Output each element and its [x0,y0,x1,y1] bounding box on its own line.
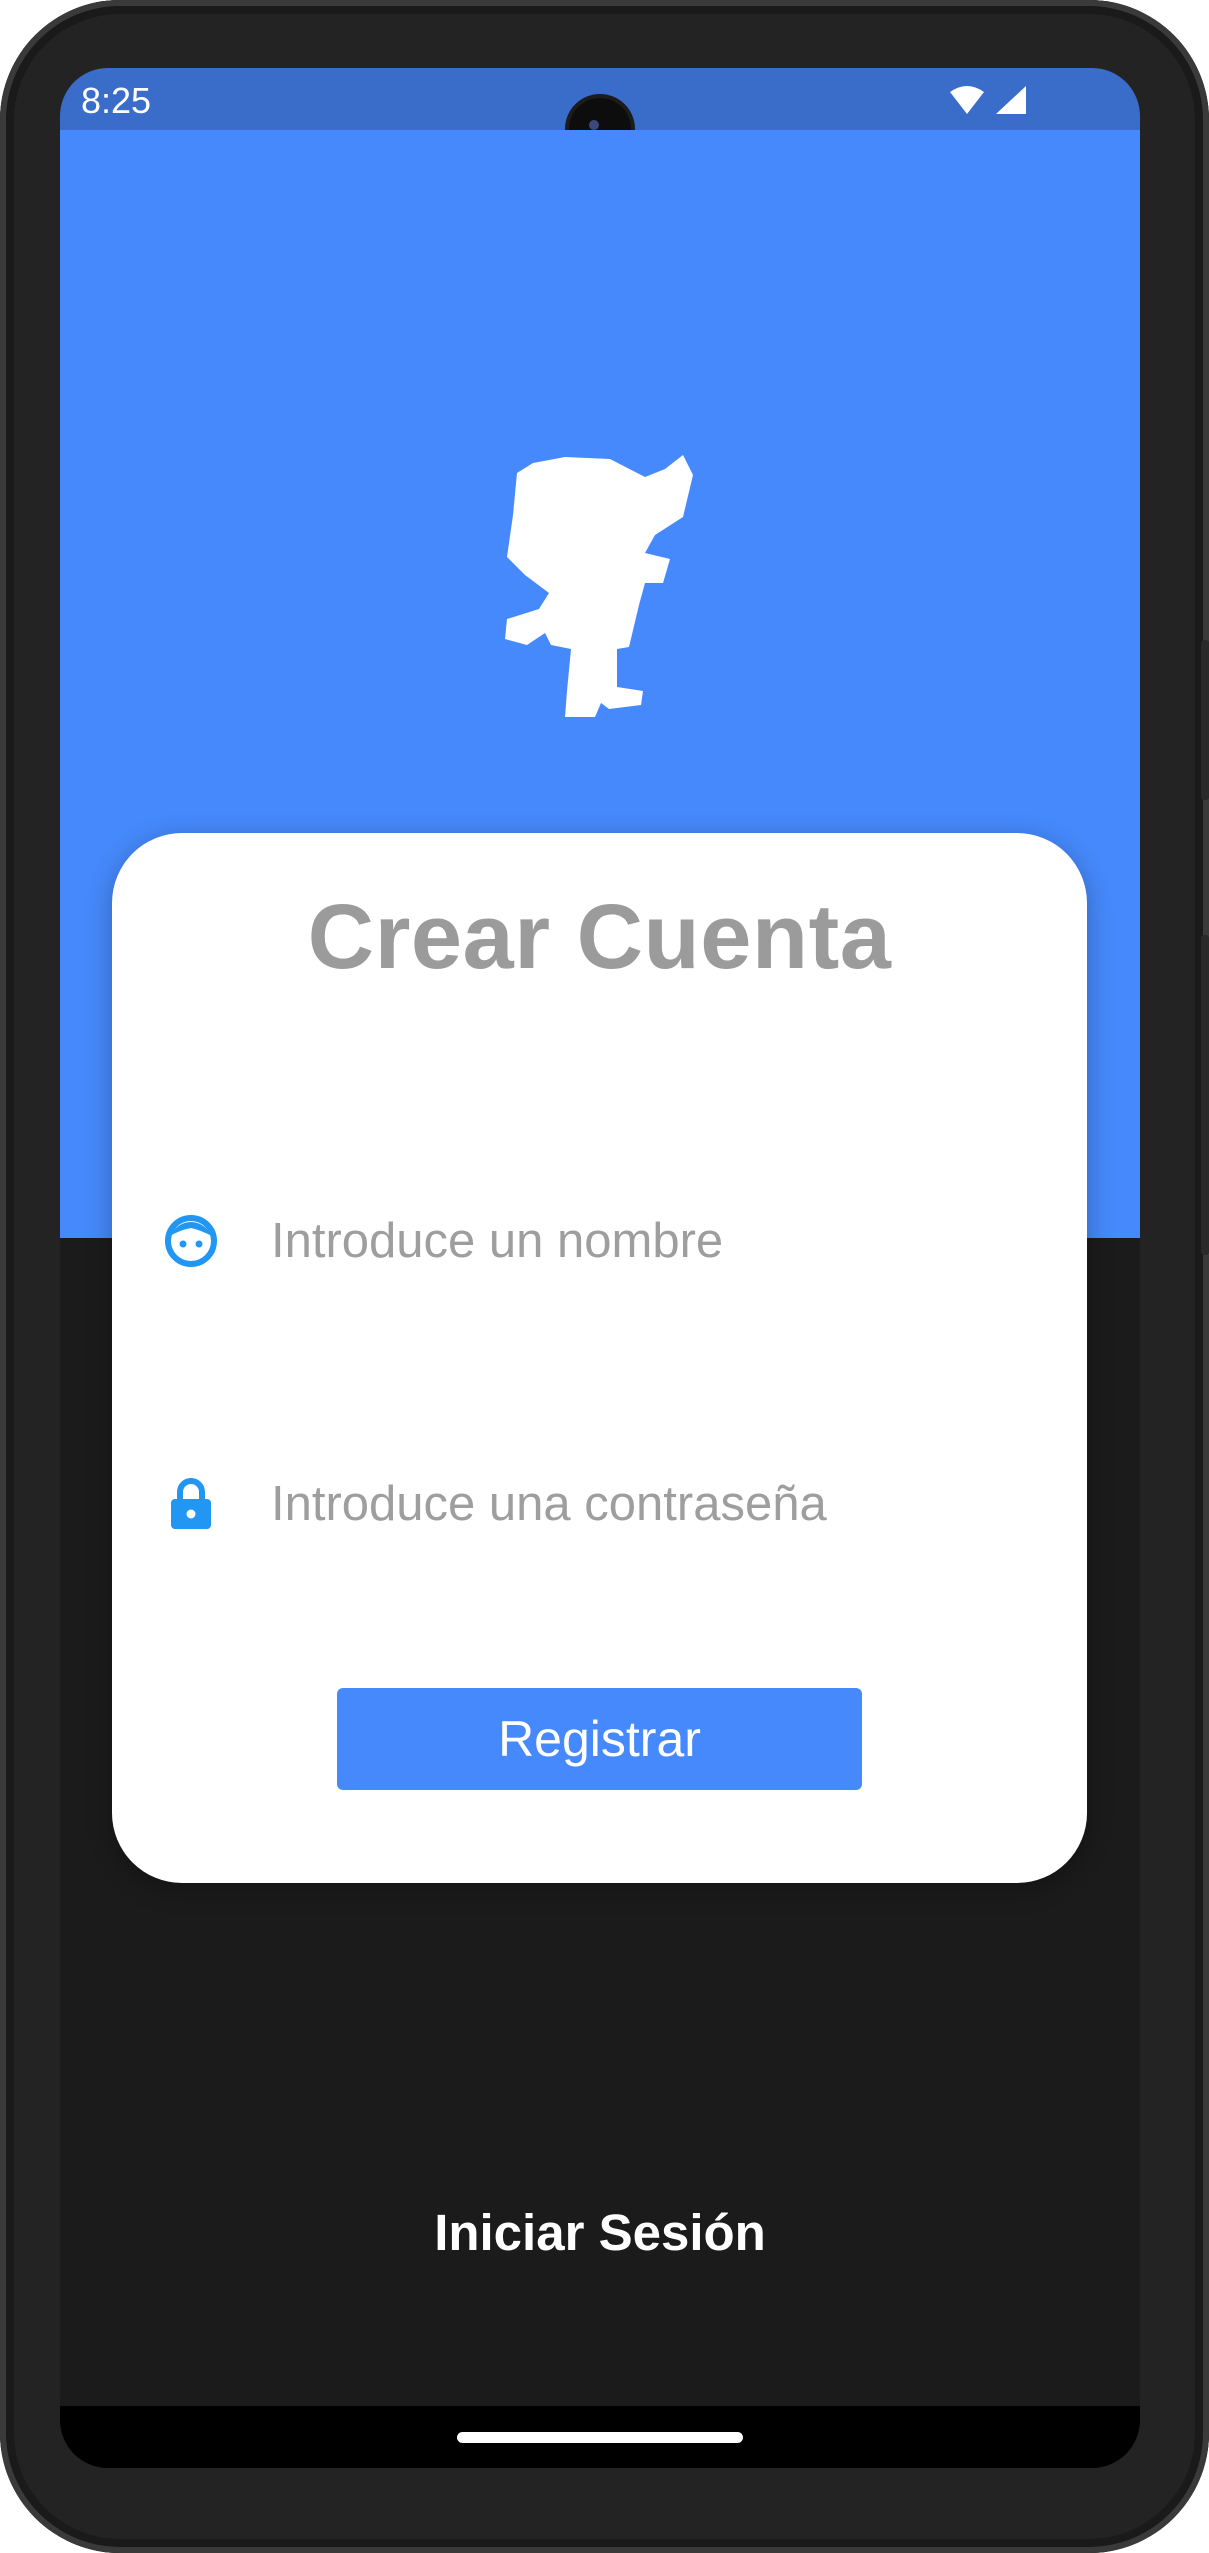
lock-icon [171,1478,211,1529]
name-input[interactable] [271,1204,1021,1278]
mascot-silhouette-icon [505,455,693,717]
wifi-icon [950,86,984,114]
navigation-bar [60,2406,1140,2468]
register-button[interactable]: Registrar [337,1688,862,1790]
app-screen: 8:25 Crear Cuenta Introduce un nombre Re… [60,68,1140,2468]
page-title: Crear Cuenta [307,886,892,988]
cellular-signal-icon [996,86,1026,114]
volume-button [1201,935,1209,1255]
power-button [1201,640,1209,800]
face-icon [165,1215,217,1267]
password-field [164,1449,1034,1559]
home-gesture-handle[interactable] [457,2432,743,2443]
status-time: 8:25 [81,80,152,121]
phone-frame: 8:25 Crear Cuenta Introduce un nombre Re… [0,0,1209,2553]
password-input[interactable] [271,1467,1021,1541]
status-icons [950,86,1026,114]
register-card: Crear Cuenta Registrar [112,833,1087,1883]
login-link[interactable]: Iniciar Sesión [60,2203,1140,2262]
name-field [164,1186,1034,1296]
